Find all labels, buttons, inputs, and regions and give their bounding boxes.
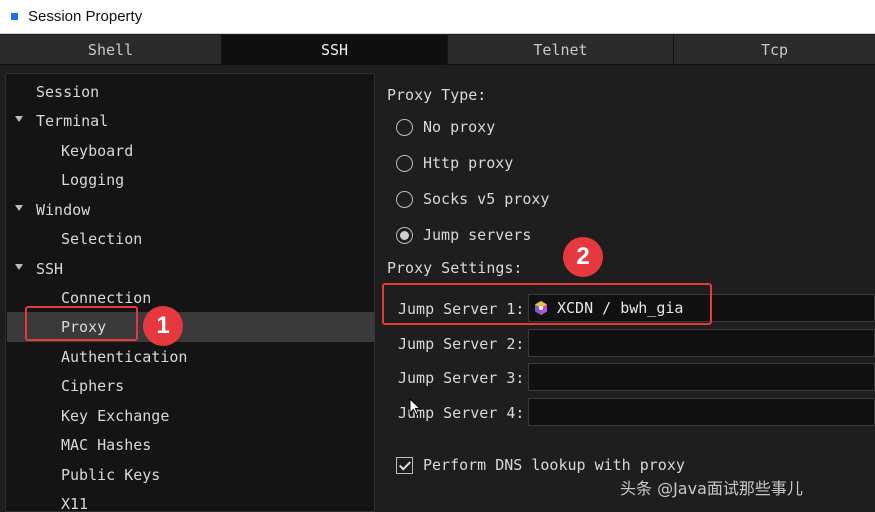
dns-lookup-label[interactable]: Perform DNS lookup with proxy: [423, 456, 685, 474]
option-http-proxy-label[interactable]: Http proxy: [423, 154, 513, 172]
protocol-tabs: Shell SSH Telnet Tcp: [0, 35, 875, 65]
tree-item-selection[interactable]: Selection: [61, 227, 142, 251]
jump-server-4-field[interactable]: [528, 398, 875, 426]
step-badge-1: 1: [143, 306, 183, 346]
option-jump-servers-label[interactable]: Jump servers: [423, 226, 531, 244]
mouse-pointer-icon: [409, 398, 421, 416]
tab-shell[interactable]: Shell: [0, 35, 222, 65]
option-socks5-proxy-label[interactable]: Socks v5 proxy: [423, 190, 549, 208]
tree-item-x11[interactable]: X11: [61, 492, 88, 512]
jump-server-highlight-box: [382, 283, 712, 325]
tree-item-keyboard[interactable]: Keyboard: [61, 139, 133, 163]
tree-item-mac-hashes[interactable]: MAC Hashes: [61, 433, 151, 457]
option-no-proxy-label[interactable]: No proxy: [423, 118, 495, 136]
jump-server-3-label: Jump Server 3:: [398, 369, 525, 387]
proxy-settings-label: Proxy Settings:: [387, 259, 523, 277]
radio-no-proxy[interactable]: [396, 119, 413, 136]
window-title: Session Property: [28, 8, 143, 25]
tree-item-logging[interactable]: Logging: [61, 168, 124, 192]
jump-server-2-label: Jump Server 2:: [398, 335, 525, 353]
tree-item-public-keys[interactable]: Public Keys: [61, 463, 160, 487]
tree-item-ssh[interactable]: SSH: [36, 257, 63, 281]
app-icon: [11, 13, 18, 20]
radio-socks5-proxy[interactable]: [396, 191, 413, 208]
tree-item-window[interactable]: Window: [36, 198, 90, 222]
expand-caret-icon[interactable]: [15, 264, 23, 270]
expand-caret-icon[interactable]: [15, 116, 23, 122]
title-bar: Session Property: [0, 0, 875, 34]
radio-http-proxy[interactable]: [396, 155, 413, 172]
tree-item-terminal[interactable]: Terminal: [36, 109, 108, 133]
step-badge-2: 2: [563, 237, 603, 277]
watermark: 头条 @Java面试那些事儿: [620, 479, 803, 498]
tree-item-ciphers[interactable]: Ciphers: [61, 374, 124, 398]
tab-tcp[interactable]: Tcp: [674, 35, 875, 65]
proxy-highlight-box: [25, 306, 138, 341]
tree-item-authentication[interactable]: Authentication: [61, 345, 187, 369]
tab-ssh[interactable]: SSH: [222, 35, 448, 65]
tab-telnet[interactable]: Telnet: [448, 35, 674, 65]
expand-caret-icon[interactable]: [15, 205, 23, 211]
jump-server-2-field[interactable]: [528, 329, 875, 357]
jump-server-3-field[interactable]: [528, 363, 875, 391]
tree-item-key-exchange[interactable]: Key Exchange: [61, 404, 169, 428]
settings-tree: Session Terminal Keyboard Logging Window…: [5, 73, 375, 512]
radio-jump-servers[interactable]: [396, 227, 413, 244]
proxy-type-label: Proxy Type:: [387, 86, 487, 104]
dns-lookup-checkbox[interactable]: [396, 457, 413, 474]
tree-item-session[interactable]: Session: [36, 80, 99, 104]
